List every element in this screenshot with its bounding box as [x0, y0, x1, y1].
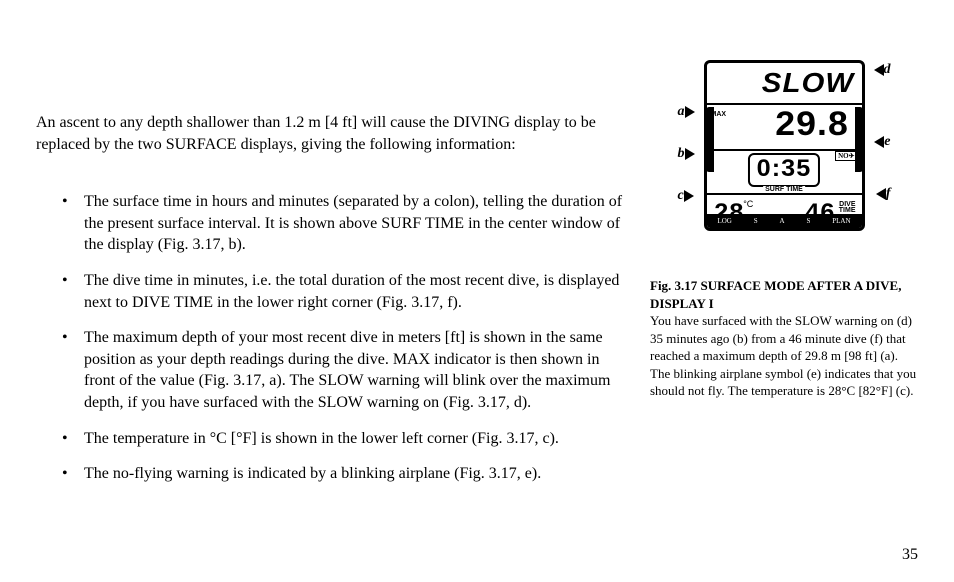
caption-title: Fig. 3.17 SURFACE MODE AFTER A DIVE, DIS… [650, 278, 901, 311]
figure-caption: Fig. 3.17 SURFACE MODE AFTER A DIVE, DIS… [650, 277, 918, 400]
temperature-unit: °C [743, 199, 753, 209]
page-number: 35 [902, 546, 918, 564]
list-item: The temperature in °C [°F] is shown in t… [84, 428, 632, 450]
caption-body: You have surfaced with the SLOW warning … [650, 313, 916, 398]
intro-paragraph: An ascent to any depth shallower than 1.… [36, 112, 632, 155]
surface-time-value: 0:35 [757, 155, 812, 183]
figure-dive-computer: SLOW MAX 29.8 0:35 SURF TIME NO✈ 28°C [682, 50, 887, 245]
callout-b: b [678, 146, 695, 162]
max-label: MAX [711, 111, 727, 118]
surf-time-label: SURF TIME [763, 186, 805, 193]
mode-footer: LOG S A S PLAN [707, 214, 862, 228]
callout-e: e [874, 134, 890, 150]
callout-d: d [874, 62, 891, 78]
bullet-list: The surface time in hours and minutes (s… [36, 191, 632, 485]
list-item: The surface time in hours and minutes (s… [84, 191, 632, 256]
callout-c: c [678, 188, 694, 204]
callout-a: a [678, 104, 695, 120]
list-item: The no-flying warning is indicated by a … [84, 463, 632, 485]
list-item: The dive time in minutes, i.e. the total… [84, 270, 632, 313]
no-fly-icon: NO✈ [835, 151, 857, 161]
max-depth-value: 29.8 [776, 105, 850, 144]
callout-f: f [876, 186, 891, 202]
slow-warning: SLOW [761, 67, 853, 99]
list-item: The maximum depth of your most recent di… [84, 327, 632, 413]
